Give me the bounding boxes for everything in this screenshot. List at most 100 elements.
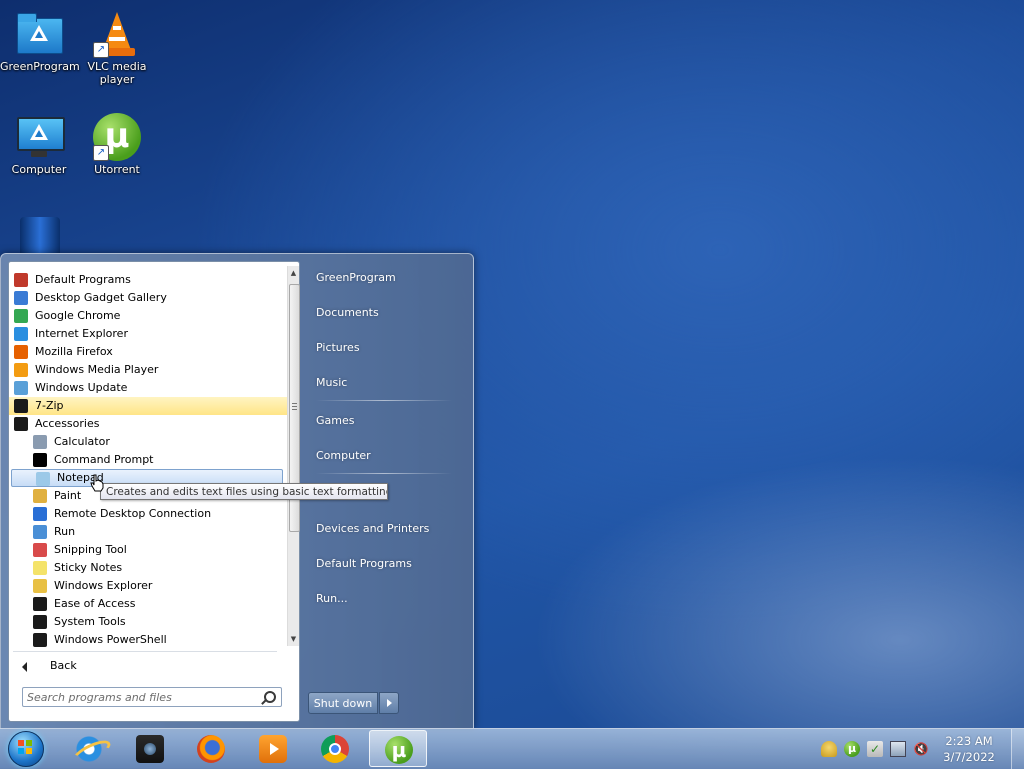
right-item-devices-printers[interactable]: Devices and Printers [304,515,454,543]
program-item-command-prompt[interactable]: Command Prompt [9,451,287,469]
paint-icon [33,489,47,503]
program-item-mozilla-firefox[interactable]: Mozilla Firefox [9,343,287,361]
program-label: Windows PowerShell [54,633,167,646]
windows-update-icon [14,381,28,395]
scroll-up-icon[interactable]: ▲ [288,266,299,280]
cam-icon [136,735,164,763]
right-item-computer[interactable]: Computer [304,442,454,470]
folder-icon [33,633,47,647]
program-item-remote-desktop-connection[interactable]: Remote Desktop Connection [9,505,287,523]
shortcut-arrow-icon: ↗ [93,42,109,58]
right-item-greenprogram[interactable]: GreenProgram [304,264,454,292]
recycle-bin-icon[interactable] [20,217,60,253]
right-item-run[interactable]: Run... [304,585,454,613]
wmp-icon [259,735,287,763]
ie-icon [14,327,28,341]
program-item-google-chrome[interactable]: Google Chrome [9,307,287,325]
action-center-icon[interactable]: ✓ [867,741,883,757]
chrome-icon [321,735,349,763]
firefox-icon [197,735,225,763]
program-item-run[interactable]: Run [9,523,287,541]
right-item-games[interactable]: Games [304,407,454,435]
program-item-calculator[interactable]: Calculator [9,433,287,451]
utorrent-icon: ↗ [93,113,141,161]
program-label: Calculator [54,435,110,448]
gadget-gallery-icon [14,291,28,305]
shortcut-arrow-icon: ↗ [93,145,109,161]
desktop-icon-computer[interactable]: Computer [0,113,78,176]
program-label: Default Programs [35,273,131,286]
right-item-documents[interactable]: Documents [304,299,454,327]
sticky-notes-icon [33,561,47,575]
back-arrow-icon [22,662,27,672]
program-item-windows-media-player[interactable]: Windows Media Player [9,361,287,379]
program-label: Desktop Gadget Gallery [35,291,167,304]
program-item-sticky-notes[interactable]: Sticky Notes [9,559,287,577]
hand-cursor-icon [90,474,104,492]
program-item-ease-of-access[interactable]: Ease of Access [9,595,287,613]
divider [316,473,452,474]
program-item-snipping-tool[interactable]: Snipping Tool [9,541,287,559]
taskbar-internet-explorer[interactable] [60,730,118,767]
program-label: 7-Zip [35,399,64,412]
wmp-icon [14,363,28,377]
shutdown-button[interactable]: Shut down [308,692,378,714]
taskbar-utorrent[interactable]: µ [369,730,427,767]
folder-icon [33,615,47,629]
program-item-windows-powershell[interactable]: Windows PowerShell [9,631,287,648]
back-button[interactable]: Back [13,655,277,677]
right-item-default-programs[interactable]: Default Programs [304,550,454,578]
search-box[interactable] [22,687,282,707]
program-label: Windows Explorer [54,579,153,592]
program-label: Ease of Access [54,597,136,610]
search-input[interactable] [27,689,255,705]
search-icon[interactable] [264,691,276,703]
monitor-icon [15,113,65,161]
taskbar-firefox[interactable] [182,730,240,767]
program-item-7-zip[interactable]: 7-Zip [9,397,287,415]
volume-muted-icon[interactable]: 🔇 [913,741,929,757]
utorrent-tray-icon[interactable]: µ [844,741,860,757]
program-item-desktop-gadget-gallery[interactable]: Desktop Gadget Gallery [9,289,287,307]
desktop-icon-label: GreenProgram [0,60,80,73]
folder-icon [14,417,28,431]
program-item-accessories[interactable]: Accessories [9,415,287,433]
program-item-system-tools[interactable]: System Tools [9,613,287,631]
desktop-icon-vlc[interactable]: ↗ VLC media player [78,10,156,86]
remote-desktop-icon [33,507,47,521]
start-button[interactable] [6,730,46,768]
programs-scrollbar[interactable]: ▲ ▼ [287,266,300,646]
notepad-tooltip: Creates and edits text files using basic… [100,483,388,500]
network-icon[interactable] [890,741,906,757]
notification-icon[interactable] [821,741,837,757]
desktop-icon-greenprogram[interactable]: GreenProgram [0,10,80,73]
program-item-internet-explorer[interactable]: Internet Explorer [9,325,287,343]
program-item-windows-update[interactable]: Windows Update [9,379,287,397]
snipping-tool-icon [33,543,47,557]
folder-icon [15,10,63,58]
clock[interactable]: 2:23 AM 3/7/2022 [943,733,995,765]
ie-icon [75,735,103,763]
notepad-icon [36,472,50,486]
scroll-down-icon[interactable]: ▼ [288,632,299,646]
clock-date: 3/7/2022 [943,750,995,764]
program-label: Accessories [35,417,100,430]
folder-icon [33,597,47,611]
program-item-windows-explorer[interactable]: Windows Explorer [9,577,287,595]
system-tray: µ ✓ 🔇 2:23 AM 3/7/2022 [815,729,1015,769]
program-item-default-programs[interactable]: Default Programs [9,271,287,289]
program-label: Sticky Notes [54,561,123,574]
program-label: Run [54,525,76,538]
divider [316,400,452,401]
default-programs-icon [14,273,28,287]
folder-icon [14,399,28,413]
show-desktop-button[interactable] [1011,729,1024,769]
right-item-music[interactable]: Music [304,369,454,397]
taskbar-webcam-app[interactable] [121,730,179,767]
desktop-icon-utorrent[interactable]: ↗ Utorrent [78,113,156,176]
shutdown-options-button[interactable] [379,692,399,714]
taskbar-media-player[interactable] [244,730,302,767]
right-item-pictures[interactable]: Pictures [304,334,454,362]
program-label: Windows Media Player [35,363,159,376]
taskbar-chrome[interactable] [306,730,364,767]
